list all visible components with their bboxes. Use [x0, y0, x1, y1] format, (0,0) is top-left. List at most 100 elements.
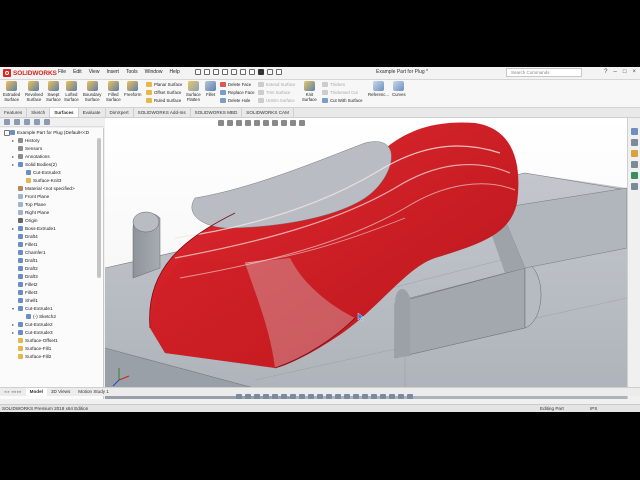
swept-surface-button[interactable]: Swept Surface — [46, 81, 61, 102]
taskbar-icon[interactable] — [254, 394, 260, 399]
tree-item[interactable]: Right Plane — [12, 210, 49, 215]
options-icon[interactable] — [276, 69, 282, 75]
tree-item[interactable]: Draft4 — [12, 234, 38, 239]
filled-surface-button[interactable]: Filled Surface — [106, 81, 121, 102]
delete-face-button[interactable]: Delete Face — [220, 81, 255, 88]
taskbar-icon[interactable] — [263, 394, 269, 399]
taskbar-icon[interactable] — [362, 394, 368, 399]
expand-toggle-icon[interactable]: ▸ — [12, 154, 16, 159]
file-explorer-icon[interactable] — [631, 150, 638, 157]
display-manager-icon[interactable] — [44, 119, 50, 125]
tab-dimxpert[interactable]: DimXpert — [106, 108, 134, 117]
units-selector[interactable]: IPS — [590, 406, 597, 411]
trim-surface-button[interactable]: Trim Surface — [258, 89, 295, 96]
tree-item[interactable]: Material <not specified> — [12, 186, 75, 191]
previous-view-icon[interactable] — [236, 120, 242, 126]
help-icon[interactable]: ? — [604, 69, 607, 75]
expand-toggle-icon[interactable]: ▸ — [12, 322, 16, 327]
tree-item[interactable]: ▸ Solid Bodies(2) — [12, 162, 57, 167]
zoom-area-icon[interactable] — [227, 120, 233, 126]
planar-surface-button[interactable]: Planar Surface — [146, 81, 182, 88]
fillet-button[interactable]: Fillet — [205, 81, 216, 97]
apply-scene-icon[interactable] — [290, 120, 296, 126]
taskbar-icon[interactable] — [344, 394, 350, 399]
surface-flatten-button[interactable]: Surface Flatten — [186, 81, 201, 102]
tree-item[interactable]: ▸ History — [12, 138, 40, 143]
tab-sketch[interactable]: Sketch — [27, 108, 51, 117]
tree-item[interactable]: Example Part for Plug (Default<<D — [4, 130, 89, 135]
nav-arrows[interactable]: ◂ ▸ ◂◂ ▸▸ — [0, 388, 26, 396]
taskbar-icon[interactable] — [281, 394, 287, 399]
tab-evaluate[interactable]: Evaluate — [79, 108, 106, 117]
model-view[interactable] — [105, 118, 627, 399]
taskbar-icon[interactable] — [236, 394, 242, 399]
appearances-icon[interactable] — [631, 172, 638, 179]
hide-show-items-icon[interactable] — [272, 120, 278, 126]
save-icon[interactable] — [222, 69, 228, 75]
thicken-button[interactable]: Thicken — [322, 81, 362, 88]
knit-surface-button[interactable]: Knit Surface — [302, 81, 317, 102]
taskbar-icon[interactable] — [335, 394, 341, 399]
taskbar-icon[interactable] — [245, 394, 251, 399]
undo-icon[interactable] — [240, 69, 246, 75]
design-library-icon[interactable] — [631, 139, 638, 146]
tree-item[interactable]: (-) Sketch2 — [20, 314, 56, 319]
custom-properties-icon[interactable] — [631, 183, 638, 190]
tab-3d-views[interactable]: 3D Views — [47, 388, 74, 396]
search-commands-input[interactable]: Search Commands — [506, 68, 582, 77]
display-style-icon[interactable] — [263, 120, 269, 126]
taskbar-icon[interactable] — [407, 394, 413, 399]
lofted-surface-button[interactable]: Lofted Surface — [64, 81, 79, 102]
delete-hole-button[interactable]: Delete Hole — [220, 97, 255, 104]
print-icon[interactable] — [231, 69, 237, 75]
taskbar-icon[interactable] — [290, 394, 296, 399]
graphics-area[interactable] — [105, 118, 627, 399]
tree-item[interactable]: ▸ Cut-Extrude3 — [12, 330, 53, 335]
menu-insert[interactable]: Insert — [106, 69, 119, 75]
tree-item[interactable]: Origin — [12, 218, 38, 223]
close-icon[interactable]: × — [632, 69, 636, 75]
taskbar-icon[interactable] — [272, 394, 278, 399]
dimxpert-manager-icon[interactable] — [34, 119, 40, 125]
tree-item[interactable]: Surface-Fill2 — [12, 354, 51, 359]
taskbar-icon[interactable] — [326, 394, 332, 399]
zoom-to-fit-icon[interactable] — [218, 120, 224, 126]
replace-face-button[interactable]: Replace Face — [220, 89, 255, 96]
tree-item[interactable]: Surface-Fill1 — [12, 346, 51, 351]
tree-item[interactable]: Fillet2 — [12, 282, 38, 287]
tree-item[interactable]: ▾ Cut-Extrude1 — [12, 306, 53, 311]
tree-item[interactable]: Top Plane — [12, 202, 46, 207]
tree-item[interactable]: Draft3 — [12, 274, 38, 279]
rebuild-icon[interactable] — [258, 69, 264, 75]
menu-help[interactable]: Help — [169, 69, 179, 75]
menu-window[interactable]: Window — [145, 69, 163, 75]
menu-file[interactable]: File — [58, 69, 66, 75]
expand-toggle-icon[interactable]: ▾ — [12, 306, 16, 311]
new-document-icon[interactable] — [204, 69, 210, 75]
feature-manager-icon[interactable] — [4, 119, 10, 125]
expand-toggle-icon[interactable]: ▸ — [12, 330, 16, 335]
taskbar-icon[interactable] — [299, 394, 305, 399]
tab-solidworks-cam[interactable]: SOLIDWORKS CAM — [242, 108, 294, 117]
tree-item[interactable]: Surface-Offset1 — [12, 338, 58, 343]
tab-model[interactable]: Model — [25, 388, 47, 396]
minimize-icon[interactable]: – — [614, 69, 617, 75]
taskbar-icon[interactable] — [380, 394, 386, 399]
reference-geometry-button[interactable]: Referenc... — [368, 81, 389, 97]
menu-view[interactable]: View — [89, 69, 100, 75]
revolved-surface-button[interactable]: Revolved Surface — [25, 81, 43, 102]
expand-toggle-icon[interactable]: ▸ — [12, 226, 16, 231]
untrim-surface-button[interactable]: Untrim Surface — [258, 97, 295, 104]
menu-edit[interactable]: Edit — [73, 69, 82, 75]
tree-item[interactable]: Fillet3 — [12, 290, 38, 295]
expand-toggle-icon[interactable]: ▸ — [12, 162, 16, 167]
edit-appearance-icon[interactable] — [281, 120, 287, 126]
extend-surface-button[interactable]: Extend Surface — [258, 81, 295, 88]
tree-item[interactable]: Fillet1 — [12, 242, 38, 247]
tree-item[interactable]: Shell1 — [12, 298, 38, 303]
tree-item[interactable]: Draft1 — [12, 258, 38, 263]
expand-toggle-icon[interactable]: ▸ — [12, 138, 16, 143]
view-settings-icon[interactable] — [299, 120, 305, 126]
offset-surface-button[interactable]: Offset Surface — [146, 89, 182, 96]
ruled-surface-button[interactable]: Ruled Surface — [146, 97, 182, 104]
